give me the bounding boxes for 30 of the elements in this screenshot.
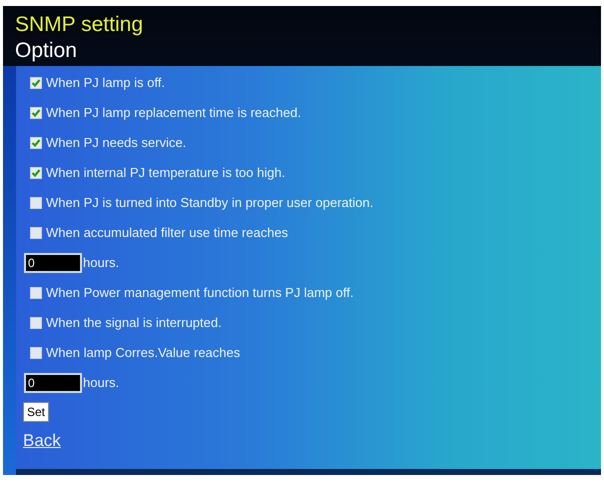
option-label: When Power management function turns PJ lamp off. — [46, 284, 354, 302]
option-label: When internal PJ temperature is too high. — [46, 164, 286, 182]
hours-label: hours. — [83, 254, 120, 272]
option-label: When PJ needs service. — [46, 134, 186, 152]
back-link[interactable]: Back — [23, 431, 61, 450]
checkbox[interactable] — [30, 287, 42, 299]
checkbox[interactable] — [30, 317, 42, 329]
checkbox[interactable] — [30, 167, 42, 179]
checkbox[interactable] — [30, 347, 42, 359]
checkbox[interactable] — [30, 107, 42, 119]
hours-input[interactable]: 0 — [24, 373, 82, 393]
option-label: When the signal is interrupted. — [46, 314, 222, 332]
hours-label: hours. — [83, 374, 120, 392]
checkbox[interactable] — [30, 137, 42, 149]
checkmark-icon — [31, 168, 41, 178]
section-title: Option — [15, 38, 78, 64]
option-label: When PJ lamp replacement time is reached. — [46, 104, 302, 122]
page-title: SNMP setting — [15, 12, 144, 38]
option-label: When accumulated filter use time reaches — [46, 224, 288, 242]
option-label: When PJ lamp is off. — [46, 74, 165, 92]
option-label: When PJ is turned into Standby in proper user operation. — [46, 194, 374, 212]
option-label: When lamp Corres.Value reaches — [46, 344, 240, 362]
hours-input[interactable]: 0 — [24, 253, 82, 273]
checkmark-icon — [31, 78, 41, 88]
checkbox[interactable] — [30, 227, 42, 239]
checkmark-icon — [31, 138, 41, 148]
checkmark-icon — [31, 108, 41, 118]
checkbox[interactable] — [30, 77, 42, 89]
checkbox[interactable] — [30, 197, 42, 209]
set-button[interactable]: Set — [23, 402, 50, 422]
